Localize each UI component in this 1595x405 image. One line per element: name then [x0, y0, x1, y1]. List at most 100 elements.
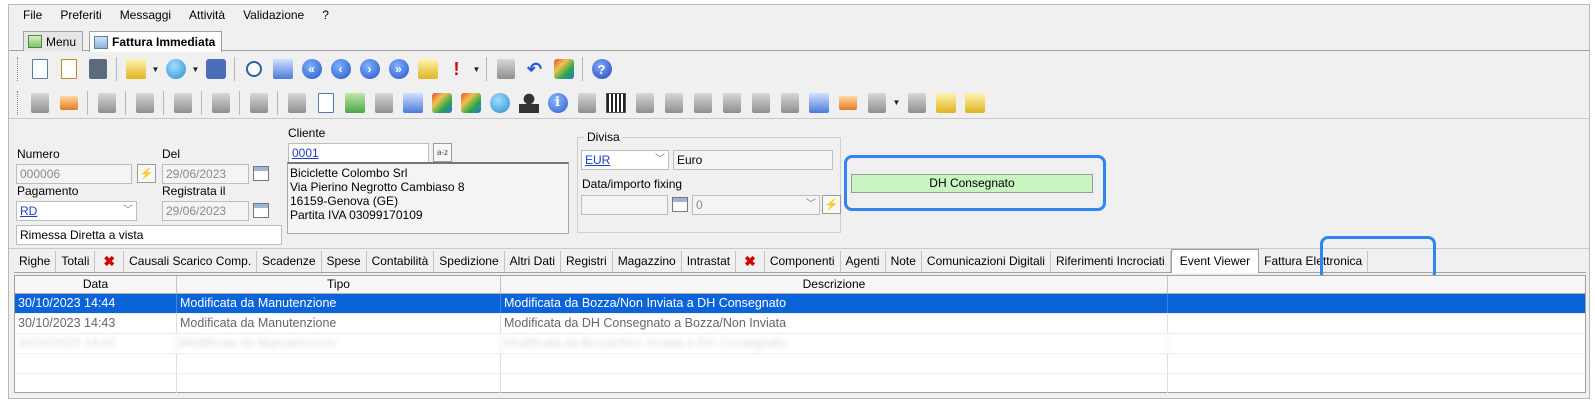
person-button[interactable] — [515, 90, 542, 116]
tab-fattura-elettronica[interactable]: Fattura Elettronica — [1259, 251, 1369, 272]
menu-preferiti[interactable]: Preferiti — [51, 5, 110, 25]
scanner-button[interactable] — [573, 90, 600, 116]
search-button[interactable] — [240, 56, 267, 82]
vendor-button[interactable] — [834, 90, 861, 116]
stack-button[interactable] — [903, 90, 930, 116]
color-globe-1-button[interactable] — [428, 90, 455, 116]
tab-agenti[interactable]: Agenti — [841, 251, 886, 272]
calendar-button[interactable] — [932, 90, 959, 116]
fixing-date-field[interactable] — [581, 195, 668, 215]
calendar-icon[interactable] — [672, 197, 688, 212]
fixing-amount-combo[interactable]: 0 ﹀ — [692, 195, 820, 215]
new-document-button[interactable] — [26, 56, 53, 82]
tools-button[interactable] — [747, 90, 774, 116]
copy-button[interactable] — [312, 90, 339, 116]
column-header-data[interactable]: Data — [15, 276, 177, 293]
divisa-combo[interactable]: EUR ﹀ — [581, 150, 669, 170]
tab-componenti[interactable]: Componenti — [765, 251, 841, 272]
calendar-icon[interactable] — [253, 166, 269, 181]
tab-comunicazioni-digitali[interactable]: Comunicazioni Digitali — [922, 251, 1051, 272]
pagamento-combo[interactable]: RD ﹀ — [16, 201, 137, 221]
menu-help[interactable]: ? — [313, 5, 338, 25]
last-record-button[interactable]: » — [385, 56, 412, 82]
cliente-code-field[interactable]: 0001 — [288, 143, 429, 163]
color-globe-2-button[interactable] — [457, 90, 484, 116]
first-record-button[interactable]: « — [298, 56, 325, 82]
toolbar-grip[interactable] — [17, 90, 20, 115]
tab-registri[interactable]: Registri — [561, 251, 613, 272]
flag-button[interactable] — [863, 90, 890, 116]
tab-intrastat[interactable]: Intrastat — [682, 251, 737, 272]
save-button[interactable] — [84, 56, 111, 82]
tab-event-viewer[interactable]: Event Viewer — [1170, 249, 1260, 273]
list-button[interactable] — [370, 90, 397, 116]
archive-button[interactable] — [550, 56, 577, 82]
doc-tab-fattura-immediata[interactable]: Fattura Immediata — [89, 31, 223, 52]
users-button[interactable] — [631, 90, 658, 116]
tab-causali-scarico-comp-[interactable]: Causali Scarico Comp. — [124, 251, 258, 272]
tab-altri-dati[interactable]: Altri Dati — [505, 251, 561, 272]
chevron-down-icon[interactable]: ﹀ — [806, 196, 816, 214]
attach-button[interactable] — [414, 56, 441, 82]
transfer-button[interactable] — [718, 90, 745, 116]
barcode-button[interactable] — [602, 90, 629, 116]
toolbar-grip[interactable] — [17, 57, 20, 81]
registrata-date-field[interactable]: 29/06/2023 — [162, 201, 249, 221]
tab-spese[interactable]: Spese — [322, 251, 367, 272]
menu-attivita[interactable]: Attività — [180, 5, 234, 25]
import-dropdown[interactable]: ▼ — [151, 56, 160, 82]
tab-spedizione[interactable]: Spedizione — [434, 251, 505, 272]
mail-grey-button[interactable] — [26, 90, 53, 116]
next-record-button[interactable]: › — [356, 56, 383, 82]
calendar-icon[interactable] — [253, 203, 269, 218]
numero-action-button[interactable]: ⚡ — [137, 164, 156, 183]
email-button[interactable] — [961, 90, 988, 116]
print-doc-4-button[interactable] — [207, 90, 234, 116]
table-row[interactable]: 30/10/2023 14:44 Modificata da Manutenzio… — [15, 294, 1585, 314]
edit-document-button[interactable] — [55, 56, 82, 82]
print-doc-2-button[interactable] — [131, 90, 158, 116]
chevron-down-icon[interactable]: ﹀ — [123, 202, 133, 220]
flag-dropdown[interactable]: ▼ — [892, 90, 901, 116]
tab-contabilit-[interactable]: Contabilità — [367, 251, 435, 272]
settings-button[interactable] — [202, 56, 229, 82]
clipboard-button[interactable] — [399, 90, 426, 116]
alert-dropdown[interactable]: ▼ — [472, 56, 481, 82]
table-row[interactable]: 30/10/2023 14:43 Modificata da Manutenzio… — [15, 314, 1585, 334]
export-2-button[interactable] — [689, 90, 716, 116]
menu-validazione[interactable]: Validazione — [234, 5, 313, 25]
tag-button[interactable] — [269, 56, 296, 82]
print-doc-6-button[interactable] — [283, 90, 310, 116]
tab-magazzino[interactable]: Magazzino — [613, 251, 682, 272]
print-doc-5-button[interactable] — [245, 90, 272, 116]
column-header-descrizione[interactable]: Descrizione — [501, 276, 1168, 293]
tab-error-x-icon[interactable]: ✖ — [736, 251, 765, 272]
globe-button[interactable] — [162, 56, 189, 82]
globe-dropdown[interactable]: ▼ — [191, 56, 200, 82]
help-button[interactable]: ? — [588, 56, 615, 82]
export-1-button[interactable] — [660, 90, 687, 116]
prev-record-button[interactable]: ‹ — [327, 56, 354, 82]
tab-totali[interactable]: Totali — [56, 251, 96, 272]
print-doc-3-button[interactable] — [169, 90, 196, 116]
numero-field[interactable]: 000006 — [16, 164, 132, 184]
tab-riferimenti-incrociati[interactable]: Riferimenti Incrociati — [1051, 251, 1171, 272]
compass-button[interactable] — [486, 90, 513, 116]
tab-error-x-icon[interactable]: ✖ — [95, 251, 125, 272]
doc-tab-menu[interactable]: Menu — [23, 31, 84, 51]
alert-button[interactable]: ! — [443, 56, 470, 82]
print-doc-1-button[interactable] — [93, 90, 120, 116]
menu-file[interactable]: File — [9, 5, 51, 25]
tab-note[interactable]: Note — [886, 251, 922, 272]
chevron-down-icon[interactable]: ﹀ — [655, 151, 665, 169]
tab-scadenze[interactable]: Scadenze — [257, 251, 322, 272]
del-date-field[interactable]: 29/06/2023 — [162, 164, 249, 184]
send-button[interactable] — [492, 56, 519, 82]
info-button[interactable]: i — [544, 90, 571, 116]
menu-messaggi[interactable]: Messaggi — [111, 5, 180, 25]
tab-righe[interactable]: Righe — [14, 251, 57, 272]
cliente-lookup-button[interactable]: a‑z — [433, 143, 452, 162]
chain-button[interactable] — [805, 90, 832, 116]
tag-doc-button[interactable] — [776, 90, 803, 116]
mail-open-button[interactable] — [55, 90, 82, 116]
